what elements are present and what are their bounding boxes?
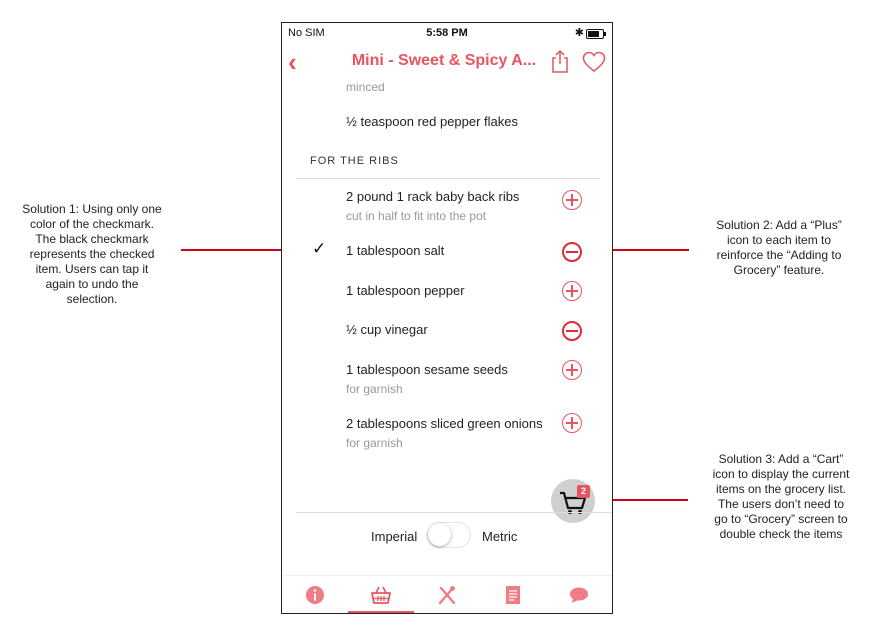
section-divider xyxy=(296,178,600,179)
ingredient-note: for garnish xyxy=(346,436,403,450)
ingredient-item[interactable]: 2 tablespoons sliced green onions for ga… xyxy=(346,416,543,450)
add-to-grocery-plus-icon[interactable] xyxy=(562,190,582,210)
grocery-basket-icon[interactable] xyxy=(370,584,392,606)
imperial-label: Imperial xyxy=(371,529,418,544)
add-to-grocery-plus-icon[interactable] xyxy=(562,360,582,380)
unit-switcher: Imperial Metric xyxy=(282,521,612,551)
partial-ingredient-note: minced xyxy=(346,83,385,94)
utensils-icon[interactable] xyxy=(436,584,458,606)
ingredient-red-pepper-flakes: ½ teaspoon red pepper flakes xyxy=(346,114,519,129)
bluetooth-icon: ✱ xyxy=(574,27,584,39)
ingredient-name: 2 pound 1 rack baby back ribs xyxy=(346,189,520,204)
ingredient-note: cut in half to fit into the pot xyxy=(346,209,487,223)
ingredient-name: 1 tablespoon pepper xyxy=(346,283,465,298)
ingredient-item[interactable]: 1 tablespoon pepper xyxy=(346,283,465,298)
back-button[interactable]: ‹ xyxy=(288,47,297,78)
ingredient-name: ½ cup vinegar xyxy=(346,322,428,337)
add-to-grocery-plus-icon[interactable] xyxy=(562,413,582,433)
add-to-grocery-plus-icon[interactable] xyxy=(562,281,582,301)
cart-count-badge: 2 xyxy=(577,485,590,498)
status-bar: No SIM 5:58 PM ✱ xyxy=(282,23,612,43)
phone-screen: No SIM 5:58 PM ✱ ‹ Mini - Sweet & Spicy … xyxy=(281,22,613,614)
units-toggle[interactable] xyxy=(427,522,471,548)
tab-bar xyxy=(282,575,612,613)
solution-2-connector xyxy=(604,249,689,251)
checkmark-icon[interactable]: ✓ xyxy=(312,239,326,259)
favorite-heart-icon[interactable] xyxy=(582,51,606,73)
page-title: Mini - Sweet & Spicy A... xyxy=(351,52,537,69)
ingredient-list: minced ½ teaspoon red pepper flakes FOR … xyxy=(282,83,612,513)
ingredient-item[interactable]: 2 pound 1 rack baby back ribs cut in hal… xyxy=(346,189,519,223)
remove-from-grocery-minus-icon[interactable] xyxy=(562,321,582,341)
toggle-knob xyxy=(428,523,451,546)
comments-bubble-icon[interactable] xyxy=(568,584,590,606)
ingredient-name: 1 tablespoon salt xyxy=(346,243,445,258)
ingredient-item[interactable]: 1 tablespoon sesame seeds for garnish xyxy=(346,362,508,396)
clock: 5:58 PM xyxy=(426,27,468,39)
cart-button[interactable]: 2 xyxy=(551,479,595,523)
directions-list-icon[interactable] xyxy=(502,584,524,606)
selected-tab-indicator xyxy=(348,611,414,613)
battery-icon xyxy=(586,29,606,39)
section-header: FOR THE RIBS xyxy=(310,155,399,167)
ingredient-name: 1 tablespoon sesame seeds xyxy=(346,362,508,377)
nav-bar: ‹ Mini - Sweet & Spicy A... xyxy=(282,43,612,83)
remove-from-grocery-minus-icon[interactable] xyxy=(562,242,582,262)
ingredient-note: for garnish xyxy=(346,382,403,396)
ingredient-item[interactable]: 1 tablespoon salt xyxy=(346,243,444,258)
solution-1-annotation: Solution 1: Using only one color of the … xyxy=(22,202,162,306)
metric-label: Metric xyxy=(482,529,518,544)
solution-3-connector xyxy=(606,499,688,501)
ingredient-item[interactable]: ½ cup vinegar xyxy=(346,322,428,337)
solution-3-annotation: Solution 3: Add a “Cart” icon to display… xyxy=(712,452,850,541)
solution-1-connector xyxy=(181,249,287,251)
units-divider xyxy=(296,512,612,513)
info-icon[interactable] xyxy=(304,584,326,606)
share-icon[interactable] xyxy=(550,49,570,73)
ingredient-name: 2 tablespoons sliced green onions xyxy=(346,416,543,431)
solution-2-annotation: Solution 2: Add a “Plus” icon to each it… xyxy=(716,218,842,277)
